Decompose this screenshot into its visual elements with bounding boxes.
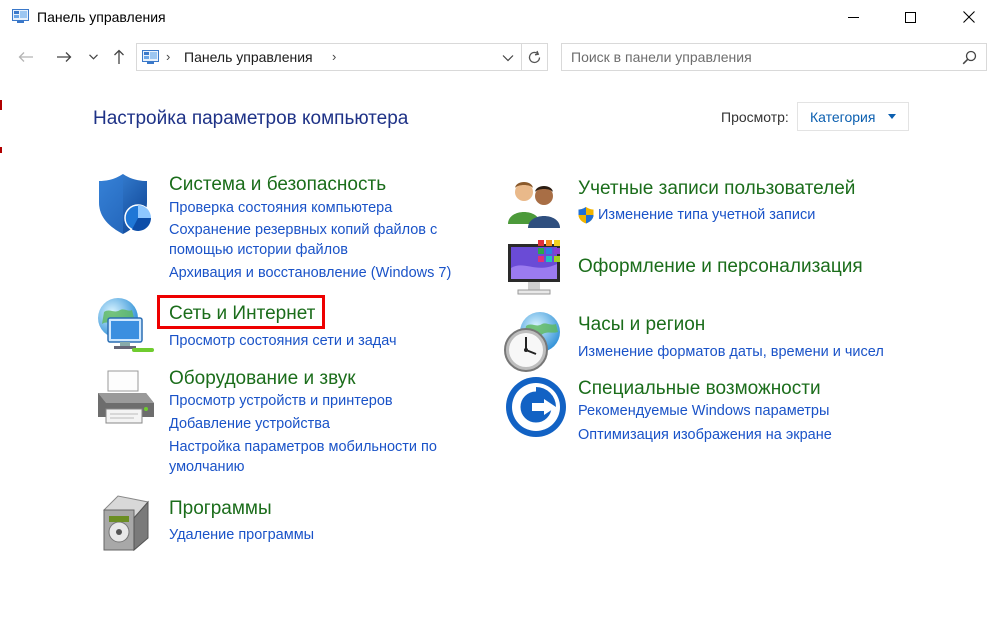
- caret-down-icon: [888, 114, 896, 119]
- edge-mark: [0, 100, 2, 110]
- clock-region-link[interactable]: Часы и регион: [578, 314, 705, 336]
- system-security-link[interactable]: Система и безопасность: [169, 174, 386, 196]
- printer-icon[interactable]: [94, 367, 158, 431]
- minimize-icon: [847, 16, 859, 18]
- control-panel-app-icon: [12, 9, 29, 23]
- view-by-value: Категория: [810, 108, 876, 125]
- check-computer-status-link[interactable]: Проверка состояния компьютера: [169, 198, 392, 218]
- forward-button[interactable]: [52, 46, 76, 68]
- maximize-icon: [904, 11, 916, 23]
- ease-of-access-link[interactable]: Специальные возможности: [578, 378, 821, 400]
- view-by-dropdown[interactable]: Категория: [797, 102, 909, 131]
- change-account-type-link[interactable]: Изменение типа учетной записи: [598, 205, 815, 225]
- hardware-sound-link[interactable]: Оборудование и звук: [169, 368, 356, 390]
- search-box[interactable]: [561, 43, 987, 71]
- recommended-settings-link[interactable]: Рекомендуемые Windows параметры: [578, 401, 829, 421]
- chevron-down-icon: [88, 54, 98, 60]
- user-accounts-link[interactable]: Учетные записи пользователей: [578, 178, 855, 200]
- optimize-display-link[interactable]: Оптимизация изображения на экране: [578, 425, 832, 445]
- backup-restore-link[interactable]: Архивация и восстановление (Windows 7): [169, 263, 451, 283]
- control-panel-icon: [142, 50, 159, 64]
- programs-box-icon[interactable]: [96, 492, 160, 556]
- recent-locations-button[interactable]: [86, 46, 100, 68]
- mobility-settings-link-cont[interactable]: умолчанию: [169, 457, 245, 477]
- mobility-settings-link[interactable]: Настройка параметров мобильности по: [169, 437, 437, 457]
- arrow-up-icon: [114, 49, 124, 64]
- appearance-personalization-link[interactable]: Оформление и персонализация: [578, 256, 863, 278]
- security-shield-icon[interactable]: [96, 172, 160, 236]
- search-icon[interactable]: [962, 50, 977, 65]
- devices-printers-link[interactable]: Просмотр устройств и принтеров: [169, 391, 393, 411]
- breadcrumb-control-panel[interactable]: Панель управления: [184, 49, 313, 65]
- title-bar: Панель управления: [0, 0, 997, 36]
- network-globe-icon[interactable]: [94, 296, 158, 360]
- file-history-backup-link[interactable]: Сохранение резервных копий файлов с: [169, 220, 437, 240]
- monitor-palette-icon[interactable]: [504, 238, 568, 302]
- programs-link[interactable]: Программы: [169, 498, 272, 520]
- address-bar[interactable]: › Панель управления ›: [136, 43, 522, 71]
- file-history-backup-link-cont[interactable]: помощью истории файлов: [169, 240, 348, 260]
- edge-mark: [0, 147, 2, 153]
- arrow-left-icon: [18, 52, 33, 62]
- navigation-bar: › Панель управления ›: [0, 38, 997, 76]
- refresh-icon: [528, 50, 541, 63]
- window-title: Панель управления: [37, 9, 166, 25]
- close-icon: [963, 11, 975, 23]
- search-input[interactable]: [562, 44, 952, 70]
- network-internet-link[interactable]: Сеть и Интернет: [169, 303, 315, 325]
- date-time-formats-link[interactable]: Изменение форматов даты, времени и чисел: [578, 342, 884, 362]
- page-title: Настройка параметров компьютера: [93, 108, 409, 129]
- maximize-button[interactable]: [887, 0, 933, 34]
- arrow-right-icon: [57, 52, 72, 62]
- back-button[interactable]: [14, 46, 38, 68]
- accessibility-icon[interactable]: [504, 375, 568, 439]
- clock-globe-icon[interactable]: [502, 310, 566, 374]
- chevron-down-icon[interactable]: [501, 52, 515, 64]
- chevron-right-icon[interactable]: ›: [166, 49, 170, 64]
- network-status-link[interactable]: Просмотр состояния сети и задач: [169, 331, 397, 351]
- chevron-right-icon[interactable]: ›: [332, 49, 336, 64]
- close-button[interactable]: [946, 0, 992, 34]
- uninstall-program-link[interactable]: Удаление программы: [169, 525, 314, 545]
- view-label: Просмотр:: [721, 109, 789, 125]
- minimize-button[interactable]: [830, 0, 876, 34]
- refresh-button[interactable]: [522, 43, 548, 71]
- up-button[interactable]: [108, 46, 130, 68]
- uac-shield-icon: [578, 207, 594, 224]
- users-icon[interactable]: [504, 170, 568, 234]
- add-device-link[interactable]: Добавление устройства: [169, 414, 330, 434]
